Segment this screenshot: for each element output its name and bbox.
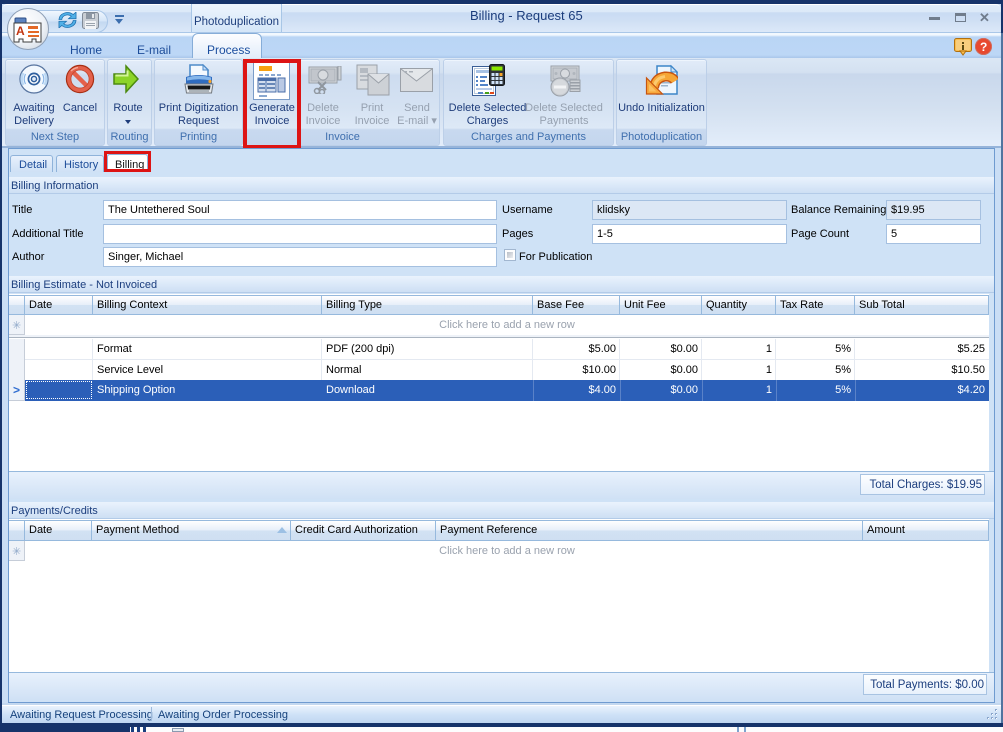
svg-text:A: A <box>16 24 25 38</box>
svg-text:?: ? <box>980 40 987 54</box>
